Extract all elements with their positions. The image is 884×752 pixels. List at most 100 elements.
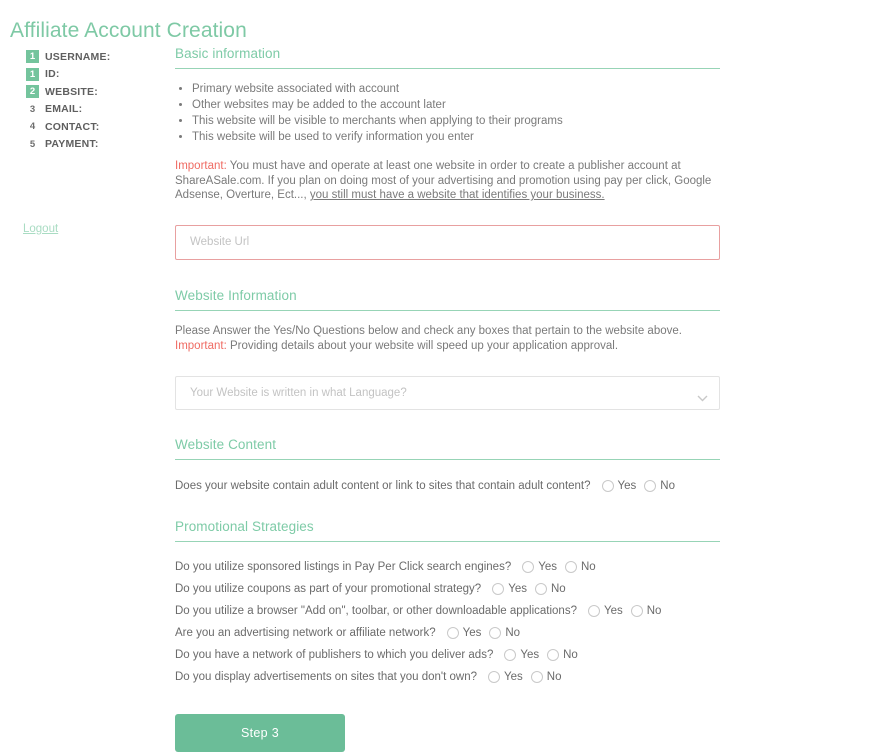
section-divider <box>175 458 720 460</box>
basic-information-bullets: Primary website associated with accountO… <box>175 81 720 145</box>
sidebar-step-email[interactable]: 3 EMAIL: <box>0 101 165 119</box>
promotional-strategies-section: Promotional Strategies Do you utilize sp… <box>175 519 720 688</box>
sidebar: 1 USERNAME: 1 ID: 2 WEBSITE: 3 EMAIL: 4 CONTACT: 5… <box>0 48 165 235</box>
sidebar-step-id[interactable]: 1 ID: <box>0 66 165 84</box>
logout-link[interactable]: Logout <box>23 223 58 235</box>
radio-option-label: No <box>563 648 578 661</box>
radio-circle-icon[interactable] <box>489 626 502 639</box>
list-item: This website will be visible to merchant… <box>192 113 720 129</box>
radio-option-label: Yes <box>504 670 523 683</box>
website-information-heading: Website Information <box>175 287 297 303</box>
radio-option-no[interactable]: No <box>565 560 596 573</box>
radio-circle-icon[interactable] <box>534 582 547 595</box>
radio-circle-icon[interactable] <box>587 604 600 617</box>
question-row: Do you display advertisements on sites t… <box>175 666 720 688</box>
radio-circle-icon[interactable] <box>504 648 517 661</box>
radio-option-label: No <box>581 560 596 573</box>
sidebar-step-contact[interactable]: 4 CONTACT: <box>0 118 165 136</box>
sidebar-step-username[interactable]: 1 USERNAME: <box>0 48 165 66</box>
radio-group: Yes No <box>601 479 683 492</box>
radio-option-label: Yes <box>508 582 527 595</box>
step-number-badge: 2 <box>26 85 39 99</box>
sidebar-step-website[interactable]: 2 WEBSITE: <box>0 83 165 101</box>
radio-option-label: Yes <box>617 479 637 492</box>
question-row: Does your website contain adult content … <box>175 475 720 497</box>
radio-circle-icon[interactable] <box>547 648 560 661</box>
website-url-input[interactable] <box>175 224 720 260</box>
radio-option-yes[interactable]: Yes <box>522 560 557 573</box>
website-content-heading: Website Content <box>175 436 277 452</box>
step-number-badge: 3 <box>29 103 36 115</box>
promotional-strategies-heading: Promotional Strategies <box>175 518 314 534</box>
promotional-strategies-question-list: Do you utilize sponsored listings in Pay… <box>175 556 720 688</box>
sidebar-step-label: USERNAME: <box>45 50 111 63</box>
radio-option-yes[interactable]: Yes <box>504 648 540 661</box>
main-content: Basic information Primary website associ… <box>175 0 720 752</box>
note-underlined-text: you still must have a website that ident… <box>309 189 605 201</box>
radio-circle-icon[interactable] <box>492 582 505 595</box>
basic-information-section: Basic information Primary website associ… <box>175 46 720 203</box>
radio-circle-icon[interactable] <box>488 670 501 683</box>
basic-information-heading: Basic information <box>175 46 281 61</box>
step-3-submit-button[interactable]: Step 3 <box>175 713 345 752</box>
question-row: Do you utilize a browser "Add on", toolb… <box>175 600 720 622</box>
website-information-line1: Please Answer the Yes/No Questions below… <box>175 324 682 337</box>
radio-option-label: Yes <box>603 604 623 617</box>
radio-option-no[interactable]: No <box>644 479 675 492</box>
radio-option-yes[interactable]: Yes <box>601 479 637 492</box>
sidebar-step-payment[interactable]: 5 PAYMENT: <box>0 136 165 154</box>
question-text: Do you utilize coupons as part of your p… <box>175 582 482 595</box>
question-row: Do you have a network of publishers to w… <box>175 644 720 666</box>
website-information-line2: Providing details about your website wil… <box>226 339 619 352</box>
radio-circle-icon[interactable] <box>644 479 657 492</box>
step-number-badge: 1 <box>26 67 39 81</box>
radio-circle-icon[interactable] <box>601 479 614 492</box>
radio-option-yes[interactable]: Yes <box>488 670 523 683</box>
step-number-badge: 1 <box>26 50 39 64</box>
radio-circle-icon[interactable] <box>530 670 543 683</box>
radio-circle-icon[interactable] <box>522 560 535 573</box>
section-divider <box>175 68 720 69</box>
language-select[interactable]: Your Website is written in what Language… <box>175 375 720 410</box>
section-divider <box>175 309 720 311</box>
website-content-section: Website Content Does your website contai… <box>175 437 720 497</box>
radio-circle-icon[interactable] <box>630 604 643 617</box>
radio-option-label: No <box>646 604 662 617</box>
radio-option-yes[interactable]: Yes <box>446 626 481 639</box>
question-text: Do you utilize a browser "Add on", toolb… <box>175 604 577 617</box>
radio-group: Yes No <box>488 670 569 683</box>
question-row: Do you utilize sponsored listings in Pay… <box>175 556 720 578</box>
sidebar-step-list: 1 USERNAME: 1 ID: 2 WEBSITE: 3 EMAIL: 4 CONTACT: 5… <box>0 48 165 153</box>
radio-circle-icon[interactable] <box>446 626 459 639</box>
website-information-note: Please Answer the Yes/No Questions below… <box>175 324 720 354</box>
section-divider <box>175 540 720 542</box>
radio-group: Yes No <box>446 626 528 639</box>
radio-group: Yes No <box>492 582 573 595</box>
radio-option-no[interactable]: No <box>547 648 578 661</box>
question-text: Do you display advertisements on sites t… <box>175 670 478 683</box>
basic-information-note: Important: You must have and operate at … <box>175 159 720 203</box>
radio-option-no[interactable]: No <box>530 670 561 683</box>
list-item: Other websites may be added to the accou… <box>192 97 720 113</box>
question-text: Do you utilize sponsored listings in Pay… <box>175 560 512 573</box>
radio-option-yes[interactable]: Yes <box>492 582 527 595</box>
radio-group: Yes No <box>504 648 585 661</box>
list-item: This website will be used to verify info… <box>192 129 720 145</box>
radio-option-label: No <box>660 479 675 492</box>
sidebar-step-label: PAYMENT: <box>45 138 99 151</box>
radio-option-no[interactable]: No <box>489 626 520 639</box>
sidebar-step-label: CONTACT: <box>45 120 100 133</box>
radio-group: Yes No <box>587 604 669 617</box>
sidebar-step-label: WEBSITE: <box>45 85 98 98</box>
radio-circle-icon[interactable] <box>565 560 577 573</box>
sidebar-step-label: EMAIL: <box>45 103 83 116</box>
radio-option-no[interactable]: No <box>630 604 662 617</box>
radio-option-label: Yes <box>520 648 540 661</box>
list-item: Primary website associated with account <box>192 81 720 97</box>
important-label: Important: <box>175 339 227 352</box>
website-content-question-list: Does your website contain adult content … <box>175 475 720 497</box>
radio-option-no[interactable]: No <box>534 582 566 595</box>
radio-option-label: Yes <box>538 560 557 573</box>
important-label: Important: <box>175 160 227 172</box>
radio-option-yes[interactable]: Yes <box>587 604 623 617</box>
